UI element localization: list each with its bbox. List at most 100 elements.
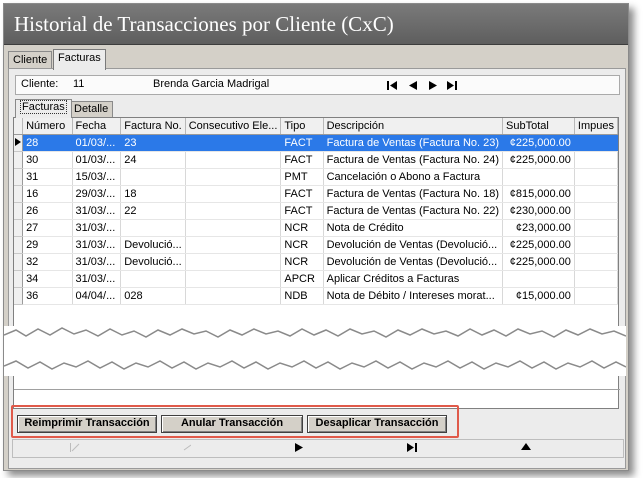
cell-consecutivo: [185, 270, 282, 288]
unapply-transaction-button[interactable]: Desaplicar Transacción: [307, 415, 447, 433]
table-row[interactable]: 16 29/03/... 18 FACT Factura de Ventas (…: [14, 185, 618, 203]
column-header-consecutivo[interactable]: Consecutivo Ele...: [185, 118, 282, 135]
table-row[interactable]: 28 01/03/... 23 FACT Factura de Ventas (…: [14, 134, 618, 152]
cell-subtotal: ¢815,000.00: [502, 185, 575, 203]
row-indicator: [14, 236, 24, 254]
cell-factura: 028: [120, 287, 186, 305]
client-id: 11: [73, 78, 85, 90]
cell-consecutivo: [185, 219, 282, 237]
cell-descripcion: Cancelación o Abono a Factura: [323, 168, 504, 186]
cell-impuesto: [574, 151, 618, 169]
column-header-descripcion[interactable]: Descripción: [323, 118, 504, 135]
column-header-fecha[interactable]: Fecha: [72, 118, 122, 135]
window-title: Historial de Transacciones por Cliente (…: [14, 12, 394, 36]
column-header-factura-no[interactable]: Factura No.: [120, 118, 186, 135]
previous-page-icon[interactable]: [183, 443, 191, 452]
cell-impuesto: [574, 219, 618, 237]
cell-factura: Devolució...: [120, 253, 186, 271]
previous-record-icon[interactable]: [407, 79, 419, 91]
cell-consecutivo: [185, 253, 282, 271]
cell-numero: 36: [22, 287, 73, 305]
table-row[interactable]: 31 15/03/... PMT Cancelación o Abono a F…: [14, 168, 618, 186]
cell-factura: Devolució...: [120, 236, 186, 254]
cell-factura: 18: [120, 185, 186, 203]
cell-tipo: APCR: [280, 270, 324, 288]
table-row[interactable]: 30 01/03/... 24 FACT Factura de Ventas (…: [14, 151, 618, 169]
table-row[interactable]: 26 31/03/... 22 FACT Factura de Ventas (…: [14, 202, 618, 220]
row-indicator: [14, 270, 24, 288]
tab-detalle[interactable]: Detalle: [69, 101, 114, 117]
last-record-icon[interactable]: [446, 79, 458, 91]
cell-tipo: NCR: [280, 236, 324, 254]
cell-numero: 34: [22, 270, 73, 288]
tab-facturas-detail-list[interactable]: Facturas: [15, 99, 72, 118]
cell-descripcion: Nota de Débito / Intereses morat...: [323, 287, 504, 305]
row-indicator: [14, 219, 24, 237]
cell-tipo: FACT: [280, 134, 324, 152]
cell-subtotal: ¢225,000.00: [502, 236, 575, 254]
cell-fecha: 04/04/...: [72, 287, 122, 305]
last-page-icon[interactable]: [407, 443, 417, 452]
table-row[interactable]: 27 31/03/... NCR Nota de Crédito ¢23,000…: [14, 219, 618, 237]
column-header-numero[interactable]: Número: [22, 118, 73, 135]
cell-numero: 27: [22, 219, 73, 237]
cell-fecha: 01/03/...: [72, 151, 122, 169]
void-transaction-button[interactable]: Anular Transacción: [161, 415, 303, 433]
cell-fecha: 01/03/...: [72, 134, 122, 152]
cell-impuesto: [574, 168, 618, 186]
table-row[interactable]: 36 04/04/... 028 NDB Nota de Débito / In…: [14, 287, 618, 305]
cell-numero: 16: [22, 185, 73, 203]
cell-consecutivo: [185, 134, 282, 152]
cell-descripcion: Factura de Ventas (Factura No. 24): [323, 151, 504, 169]
cell-subtotal: ¢230,000.00: [502, 202, 575, 220]
table-row[interactable]: 34 31/03/... APCR Aplicar Créditos a Fac…: [14, 270, 618, 288]
next-record-icon[interactable]: [427, 79, 439, 91]
cell-impuesto: [574, 287, 618, 305]
reprint-transaction-button[interactable]: Reimprimir Transacción: [17, 415, 157, 433]
scroll-up-icon[interactable]: [521, 443, 531, 450]
next-page-icon[interactable]: [295, 443, 303, 452]
cell-factura: 24: [120, 151, 186, 169]
cell-tipo: NCR: [280, 219, 324, 237]
first-page-icon[interactable]: [70, 443, 80, 452]
first-record-icon[interactable]: [386, 79, 398, 91]
cell-tipo: FACT: [280, 202, 324, 220]
footer-separator: [14, 389, 620, 390]
current-row-arrow-icon: [15, 138, 22, 146]
cell-factura: [120, 270, 186, 288]
cell-numero: 32: [22, 253, 73, 271]
tab-facturas[interactable]: Facturas: [53, 49, 106, 70]
cell-fecha: 31/03/...: [72, 236, 122, 254]
row-indicator: [14, 168, 24, 186]
cell-fecha: 31/03/...: [72, 270, 122, 288]
cell-subtotal: [502, 270, 575, 288]
cell-factura: [120, 168, 186, 186]
cell-fecha: 31/03/...: [72, 219, 122, 237]
bottom-navigation-bar: [12, 439, 624, 458]
cell-tipo: NCR: [280, 253, 324, 271]
table-row[interactable]: 32 31/03/... Devolució... NCR Devolución…: [14, 253, 618, 271]
cell-subtotal: ¢15,000.00: [502, 287, 575, 305]
cell-factura: 23: [120, 134, 186, 152]
cell-tipo: PMT: [280, 168, 324, 186]
cell-numero: 31: [22, 168, 73, 186]
table-row[interactable]: 29 31/03/... Devolució... NCR Devolución…: [14, 236, 618, 254]
row-indicator: [14, 202, 24, 220]
table-body: 28 01/03/... 23 FACT Factura de Ventas (…: [14, 134, 618, 305]
column-header-tipo[interactable]: Tipo: [280, 118, 324, 135]
cell-impuesto: [574, 202, 618, 220]
tab-cliente[interactable]: Cliente: [8, 51, 53, 69]
client-label: Cliente:: [21, 78, 59, 90]
transactions-table: Número Fecha Factura No. Consecutivo Ele…: [14, 118, 618, 305]
column-header-impuesto[interactable]: Impues: [574, 118, 618, 135]
cell-impuesto: [574, 253, 618, 271]
cell-factura: 22: [120, 202, 186, 220]
torn-edge-gap: [4, 326, 627, 376]
row-indicator-header: [14, 118, 24, 135]
column-header-subtotal[interactable]: SubTotal: [502, 118, 575, 135]
cell-descripcion: Nota de Crédito: [323, 219, 504, 237]
client-name: Brenda Garcia Madrigal: [153, 78, 270, 90]
cell-numero: 29: [22, 236, 73, 254]
cell-impuesto: [574, 134, 618, 152]
cell-consecutivo: [185, 168, 282, 186]
